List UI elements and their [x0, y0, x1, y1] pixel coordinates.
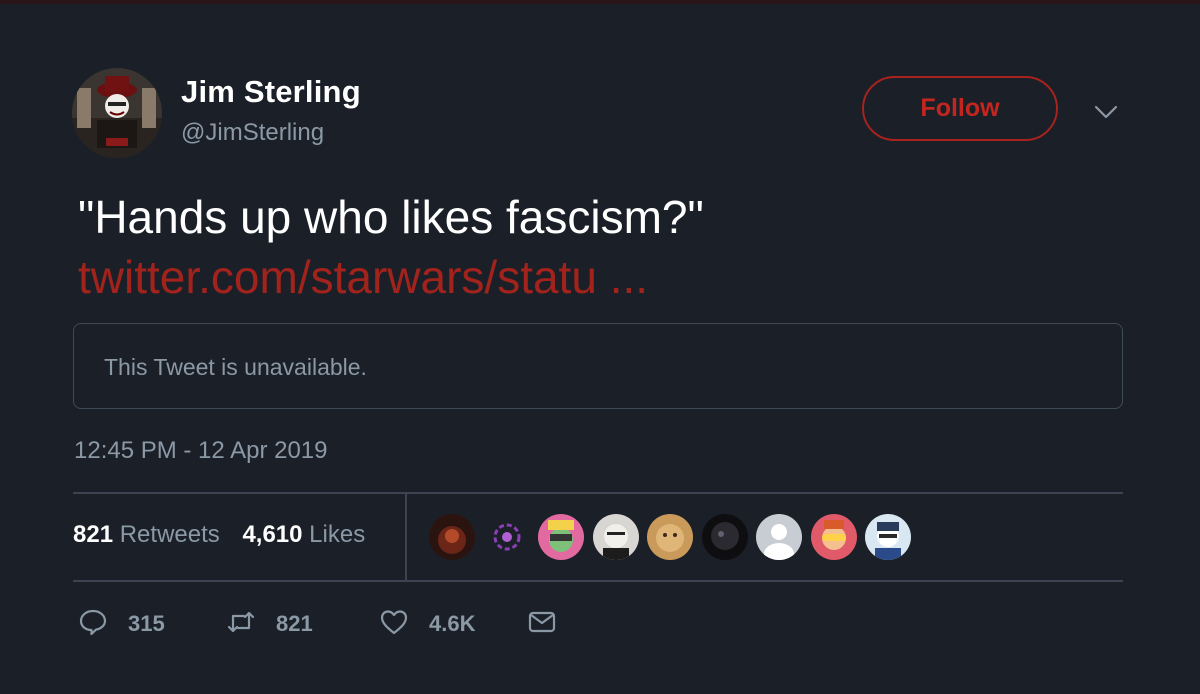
author-avatar[interactable]: [72, 68, 162, 158]
chevron-down-icon[interactable]: [1092, 100, 1120, 124]
divider: [73, 580, 1123, 582]
likes-stat[interactable]: 4,610 Likes: [242, 521, 365, 549]
liker-avatar[interactable]: [429, 514, 475, 560]
liker-avatar[interactable]: [810, 514, 857, 560]
liker-avatar[interactable]: [647, 514, 693, 560]
follow-button[interactable]: Follow: [862, 76, 1058, 141]
liker-avatar[interactable]: [483, 514, 530, 560]
like-count: 4.6K: [429, 611, 476, 636]
liker-avatar[interactable]: [701, 514, 748, 560]
tweet-timestamp[interactable]: 12:45 PM - 12 Apr 2019: [74, 437, 328, 465]
reply-action[interactable]: 315: [78, 607, 165, 641]
likes-count: 4,610: [242, 521, 303, 548]
liker-avatar[interactable]: [865, 514, 911, 560]
envelope-icon: [527, 607, 557, 642]
likes-label: Likes: [309, 521, 366, 548]
tweet-text: "Hands up who likes fascism?": [78, 191, 704, 243]
tweet-link[interactable]: twitter.com/starwars/statu ...: [78, 250, 648, 304]
divider: [405, 493, 407, 580]
retweet-count: 821: [276, 611, 313, 636]
quoted-tweet-box[interactable]: This Tweet is unavailable.: [73, 323, 1123, 409]
engagement-stats: 821 Retweets 4,610 Likes: [73, 521, 381, 549]
divider: [73, 492, 1123, 494]
quoted-tweet-unavailable-text: This Tweet is unavailable.: [104, 354, 367, 380]
tweet-card: Jim Sterling @JimSterling Follow "Hands …: [0, 0, 1200, 694]
direct-message-action[interactable]: [527, 607, 557, 641]
liked-by-avatars: [429, 514, 911, 560]
like-action[interactable]: 4.6K: [379, 607, 475, 641]
liker-avatar[interactable]: [756, 514, 802, 560]
retweet-action[interactable]: 821: [226, 607, 313, 641]
reply-icon: [78, 607, 108, 642]
retweets-stat[interactable]: 821 Retweets: [73, 521, 220, 549]
retweets-label: Retweets: [119, 521, 220, 548]
retweets-count: 821: [73, 521, 114, 548]
liker-avatar[interactable]: [592, 514, 639, 560]
author-name[interactable]: Jim Sterling: [181, 74, 361, 110]
retweet-icon: [226, 607, 256, 642]
heart-icon: [379, 607, 409, 642]
reply-count: 315: [128, 611, 165, 636]
author-handle[interactable]: @JimSterling: [181, 119, 324, 147]
liker-avatar[interactable]: [538, 514, 584, 560]
